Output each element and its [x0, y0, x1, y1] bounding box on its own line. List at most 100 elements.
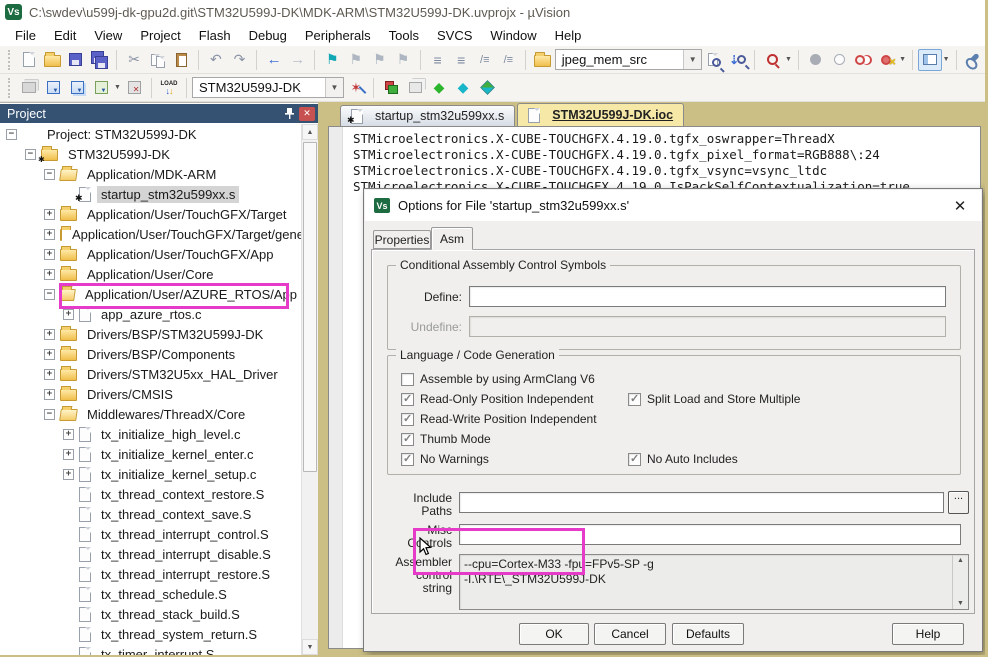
chevron-down-icon[interactable]: ▼ — [325, 78, 343, 97]
checkbox-row[interactable]: Thumb Mode — [401, 430, 491, 448]
scroll-up-icon[interactable]: ▲ — [302, 124, 318, 140]
tree-item[interactable]: −Middlewares/ThreadX/Core — [0, 404, 301, 424]
menu-item-debug[interactable]: Debug — [240, 26, 296, 45]
checkbox-row[interactable]: No Warnings — [401, 450, 489, 468]
tree-scrollbar[interactable]: ▲ ▼ — [301, 124, 318, 655]
menu-item-edit[interactable]: Edit — [45, 26, 85, 45]
uncomment-icon[interactable]: /≡ — [497, 49, 521, 71]
tree-item[interactable]: +tx_initialize_kernel_enter.c — [0, 444, 301, 464]
tree-item[interactable]: +Application/User/TouchGFX/App — [0, 244, 301, 264]
navigate-forward-icon[interactable]: → — [286, 49, 310, 71]
panel-splitter[interactable] — [318, 102, 326, 655]
tree-expander-icon[interactable]: + — [44, 349, 55, 360]
tree-item[interactable]: +app_azure_rtos.c — [0, 304, 301, 324]
tab-asm[interactable]: Asm — [431, 227, 473, 250]
tree-item[interactable]: tx_thread_context_restore.S — [0, 484, 301, 504]
menu-item-tools[interactable]: Tools — [380, 26, 428, 45]
dropdown-caret-icon[interactable]: ▼ — [113, 77, 122, 99]
include-paths-input[interactable] — [459, 492, 944, 513]
assembler-control-string-box[interactable]: --cpu=Cortex-M33 -fpu=FPv5-SP -g -I.\RTE… — [459, 554, 969, 610]
checkbox-icon[interactable] — [401, 433, 414, 446]
asm-box-scrollbar[interactable]: ▲ ▼ — [952, 555, 968, 609]
open-file-icon[interactable] — [41, 49, 65, 71]
menu-item-window[interactable]: Window — [481, 26, 545, 45]
tree-expander-icon[interactable]: + — [63, 309, 74, 320]
tree-item[interactable]: +Drivers/STM32U5xx_HAL_Driver — [0, 364, 301, 384]
tree-expander-icon[interactable]: + — [44, 329, 55, 340]
tree-item[interactable]: +tx_initialize_high_level.c — [0, 424, 301, 444]
indent-icon[interactable]: ≡ — [426, 49, 450, 71]
editor-tab[interactable]: startup_stm32u599xx.s — [340, 105, 515, 126]
pin-icon[interactable] — [281, 107, 297, 121]
undo-icon[interactable]: ↶ — [204, 49, 228, 71]
bookmark-next-icon[interactable]: ⚑ — [368, 49, 392, 71]
checkbox-icon[interactable] — [628, 453, 641, 466]
tree-expander-icon[interactable]: − — [44, 169, 55, 180]
tree-item[interactable]: tx_thread_interrupt_disable.S — [0, 544, 301, 564]
paste-icon[interactable] — [170, 49, 194, 71]
load-icon[interactable]: LOAD↓↓ — [157, 77, 181, 99]
checkbox-row[interactable]: Read-Only Position Independent — [401, 390, 593, 408]
checkbox-row[interactable]: Assemble by using ArmClang V6 — [401, 370, 595, 388]
checkbox-row[interactable]: Read-Write Position Independent — [401, 410, 597, 428]
translate-icon[interactable] — [17, 77, 41, 99]
menu-item-file[interactable]: File — [6, 26, 45, 45]
tree-item[interactable]: +Application/User/TouchGFX/Target/gene — [0, 224, 301, 244]
tree-item[interactable]: tx_thread_interrupt_restore.S — [0, 564, 301, 584]
run-time-environment-icon[interactable]: ◆ — [427, 77, 451, 99]
tree-item[interactable]: −Application/User/AZURE_RTOS/App — [0, 284, 301, 304]
select-packs-icon[interactable]: ◆ — [451, 77, 475, 99]
tree-expander-icon[interactable]: + — [44, 389, 55, 400]
tree-item[interactable]: −Application/MDK-ARM — [0, 164, 301, 184]
checkbox-icon[interactable] — [628, 393, 641, 406]
find-in-files-icon[interactable] — [760, 49, 784, 71]
batch-build-icon[interactable] — [89, 77, 113, 99]
tree-item[interactable]: +Drivers/BSP/STM32U599J-DK — [0, 324, 301, 344]
checkbox-icon[interactable] — [401, 393, 414, 406]
rebuild-all-icon[interactable] — [65, 77, 89, 99]
tree-expander-icon[interactable]: − — [6, 129, 17, 140]
windows-overlap-icon[interactable] — [403, 77, 427, 99]
scroll-up-icon[interactable]: ▲ — [957, 557, 964, 564]
target-combo[interactable]: STM32U599J-DK▼ — [192, 77, 344, 98]
dropdown-caret-icon[interactable]: ▼ — [784, 49, 793, 71]
outdent-icon[interactable]: ≡ — [449, 49, 473, 71]
menu-item-svcs[interactable]: SVCS — [428, 26, 481, 45]
manage-rte-icon[interactable] — [379, 77, 403, 99]
tree-item[interactable]: tx_thread_interrupt_control.S — [0, 524, 301, 544]
toolbar-grip[interactable] — [8, 50, 12, 70]
tree-item[interactable]: +tx_initialize_kernel_setup.c — [0, 464, 301, 484]
save-icon[interactable] — [64, 49, 88, 71]
tree-expander-icon[interactable]: − — [25, 149, 36, 160]
menu-item-project[interactable]: Project — [131, 26, 189, 45]
dialog-title-bar[interactable]: Vs Options for File 'startup_stm32u599xx… — [365, 190, 981, 221]
checkbox-row[interactable]: Split Load and Store Multiple — [628, 390, 800, 408]
breakpoint-enable-icon[interactable] — [827, 49, 851, 71]
toolbar-grip[interactable] — [8, 78, 12, 98]
tree-expander-icon[interactable]: + — [63, 469, 74, 480]
tree-item[interactable]: tx_timer_interrupt.S — [0, 644, 301, 655]
chevron-down-icon[interactable]: ▼ — [683, 50, 701, 69]
pack-installer-icon[interactable] — [475, 77, 499, 99]
menu-item-flash[interactable]: Flash — [190, 26, 240, 45]
ok-button[interactable]: OK — [519, 623, 589, 645]
bookmark-clear-all-icon[interactable]: ⚑ — [391, 49, 415, 71]
tree-item[interactable]: +Application/User/Core — [0, 264, 301, 284]
cancel-button[interactable]: Cancel — [594, 623, 666, 645]
redo-icon[interactable]: ↷ — [228, 49, 252, 71]
breakpoint-disable-all-icon[interactable] — [851, 49, 875, 71]
help-button[interactable]: Help — [892, 623, 964, 645]
wrench-icon[interactable] — [961, 49, 985, 71]
define-input[interactable] — [469, 286, 946, 307]
checkbox-row[interactable]: No Auto Includes — [628, 450, 738, 468]
tree-expander-icon[interactable]: + — [44, 209, 55, 220]
book-search-icon[interactable] — [531, 49, 555, 71]
search-combo[interactable]: jpeg_mem_src▼ — [555, 49, 702, 70]
checkbox-icon[interactable] — [401, 453, 414, 466]
tree-expander-icon[interactable]: + — [44, 369, 55, 380]
tree-expander-icon[interactable]: + — [44, 249, 55, 260]
menu-item-help[interactable]: Help — [546, 26, 591, 45]
scrollbar-thumb[interactable] — [303, 142, 317, 472]
tree-item[interactable]: −STM32U599J-DK — [0, 144, 301, 164]
browse-button[interactable]: ... — [948, 491, 969, 514]
